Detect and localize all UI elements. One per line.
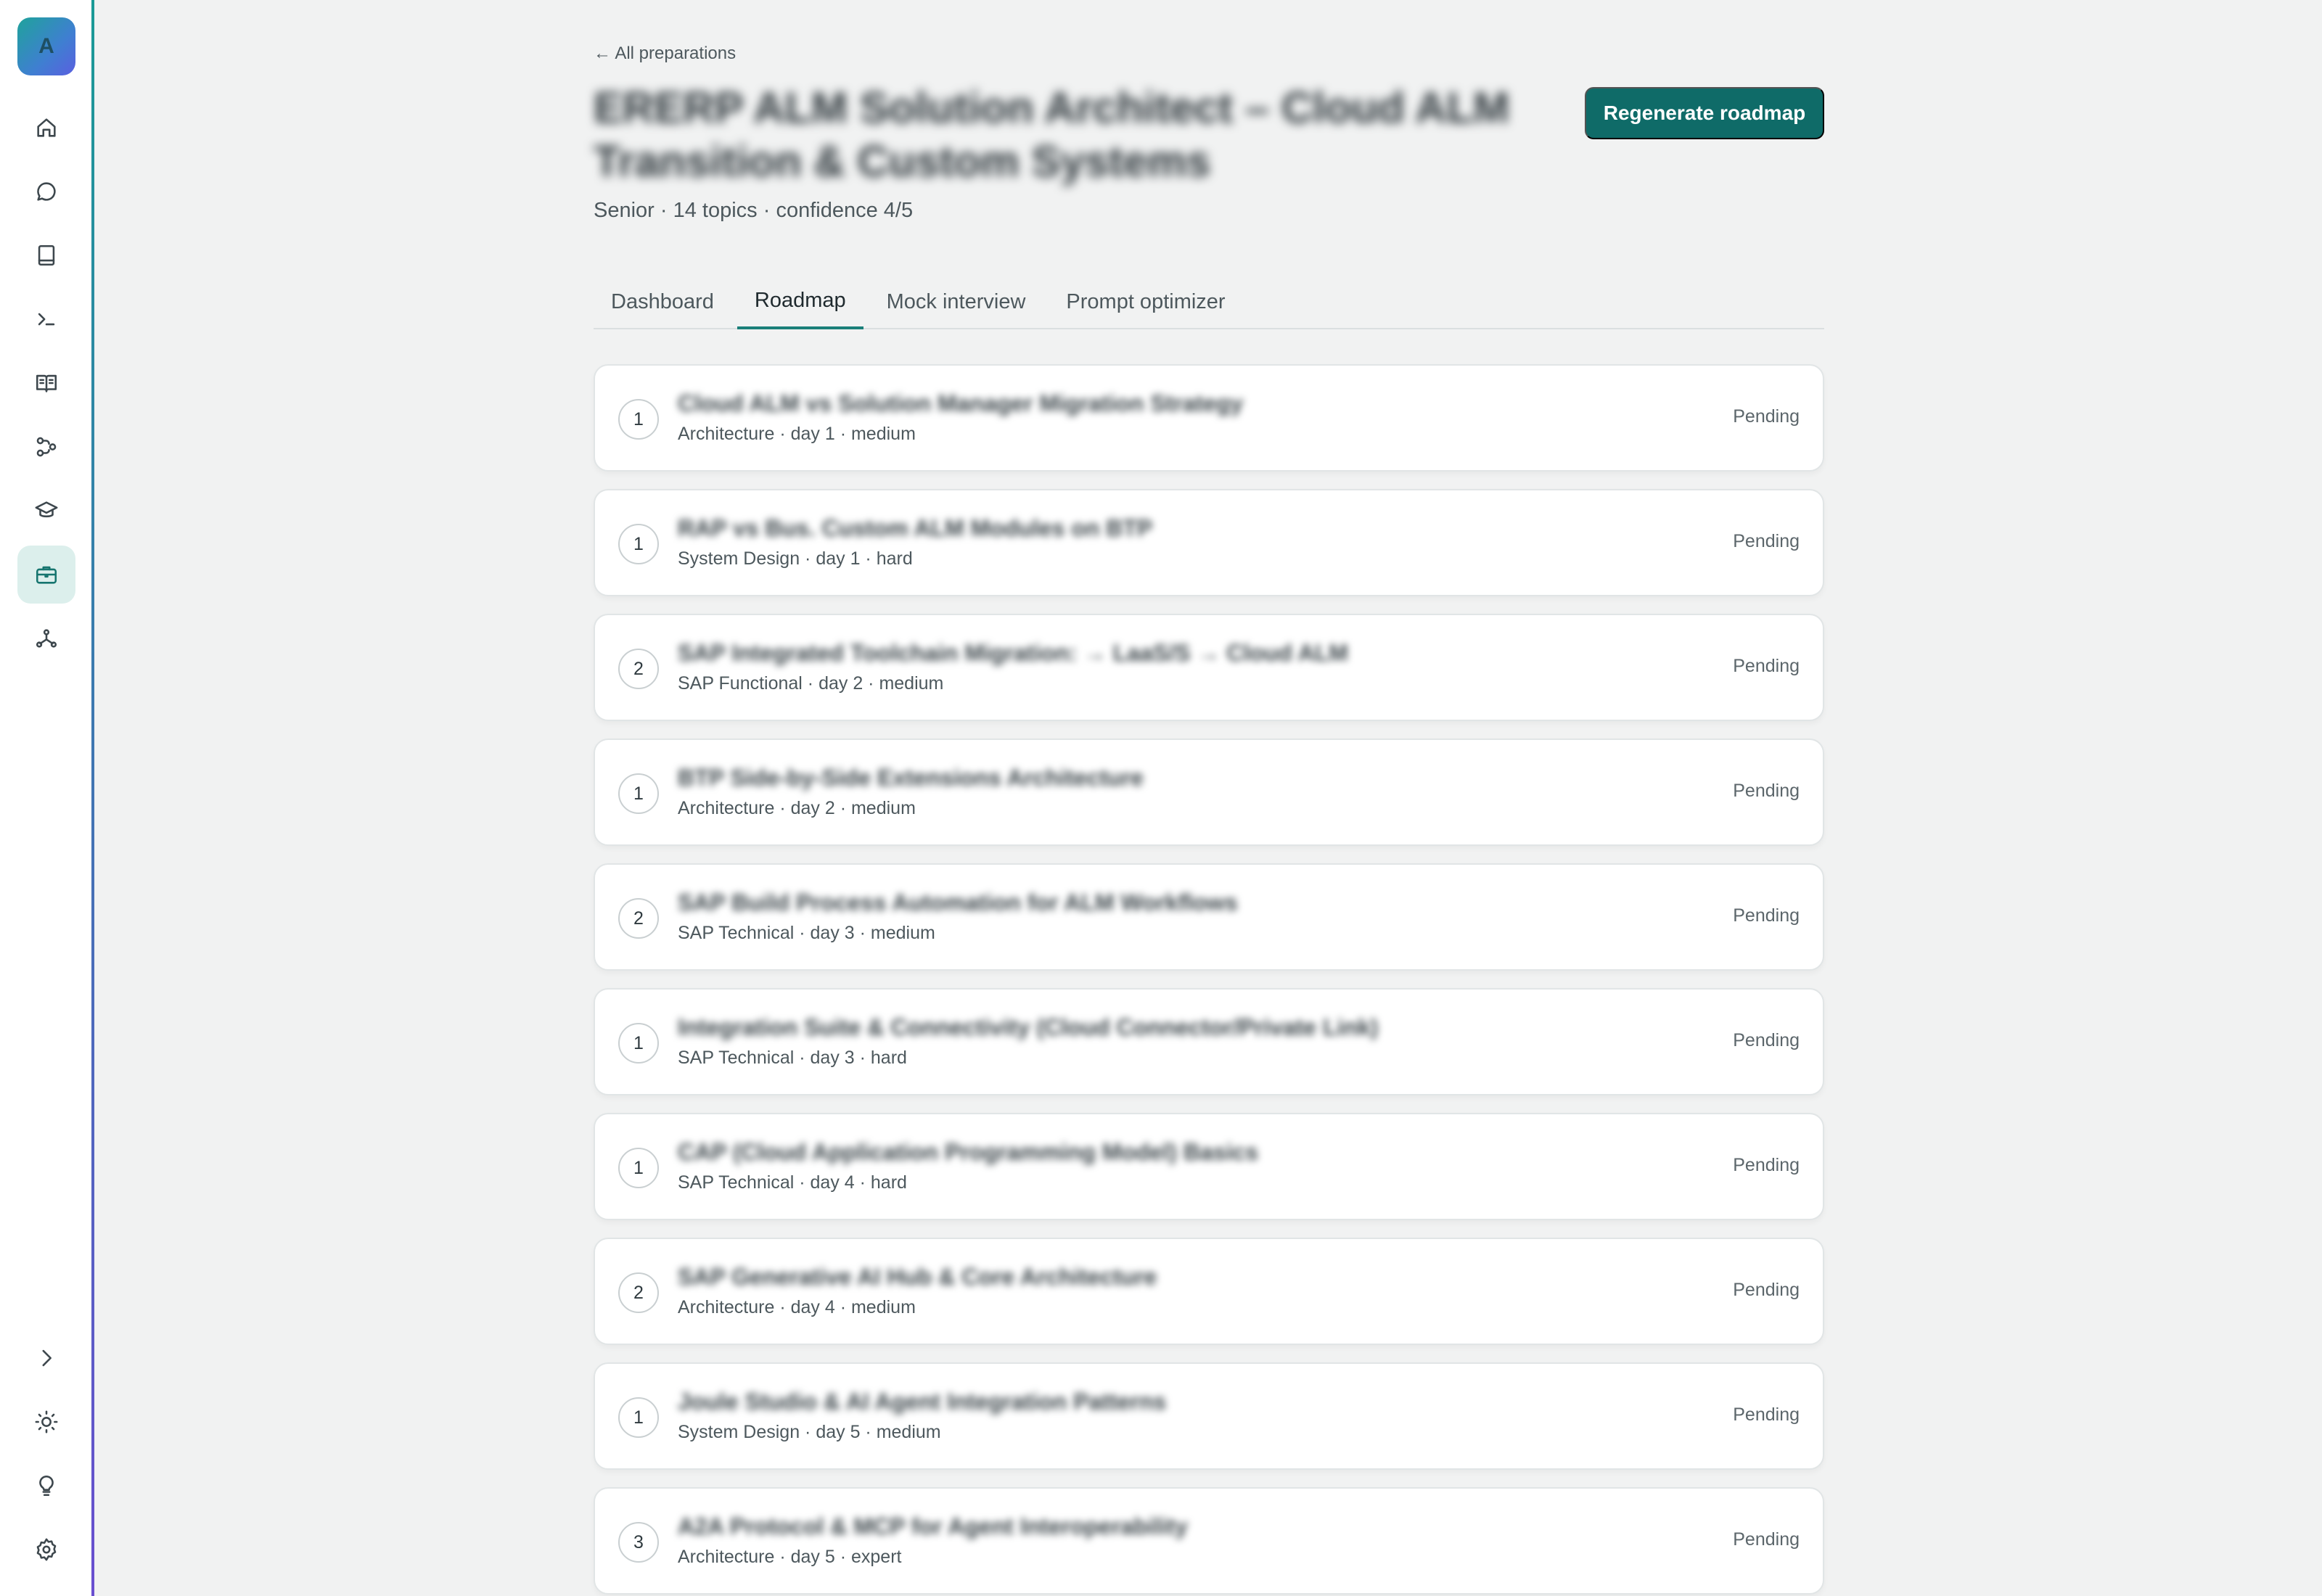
topic-title: Integration Suite & Connectivity (Cloud … (678, 1014, 1379, 1040)
roadmap-item[interactable]: 1 CAP (Cloud Application Programming Mod… (594, 1113, 1824, 1220)
home-icon (37, 118, 56, 137)
roadmap-item[interactable]: 1 BTP Side-by-Side Extensions Architectu… (594, 739, 1824, 846)
nav-notebook[interactable] (17, 226, 75, 284)
tips-button[interactable] (17, 1457, 75, 1515)
status-label: Pending (1733, 905, 1800, 926)
status-label: Pending (1733, 531, 1800, 551)
roadmap-item[interactable]: 3 A2A Protocol & MCP for Agent Interoper… (594, 1487, 1824, 1595)
page-subtitle: Senior · 14 topics · confidence 4/5 (594, 199, 914, 222)
priority-badge: 1 (618, 1023, 659, 1064)
topic-title: SAP Integrated Toolchain Migration: → La… (678, 640, 1348, 666)
sidebar-rail: A (0, 0, 94, 1596)
roadmap-item[interactable]: 2 SAP Integrated Toolchain Migration: → … (594, 614, 1824, 721)
nav-chat[interactable] (17, 163, 75, 221)
notebook-icon (38, 244, 55, 266)
status-label: Pending (1733, 1529, 1800, 1550)
roadmap-item[interactable]: 1 Integration Suite & Connectivity (Clou… (594, 988, 1824, 1095)
nav-preparations[interactable] (17, 546, 75, 604)
priority-badge: 1 (618, 773, 659, 814)
back-to-preparations-link[interactable]: ← All preparations (594, 44, 736, 64)
nav-library[interactable] (17, 354, 75, 412)
topic-meta: System Design · day 1 · hard (678, 548, 913, 569)
status-label: Pending (1733, 656, 1800, 676)
settings-button[interactable] (17, 1521, 75, 1579)
topic-title: BTP Side-by-Side Extensions Architecture (678, 765, 1144, 791)
graduation-cap-icon (35, 501, 58, 518)
status-label: Pending (1733, 1155, 1800, 1175)
status-label: Pending (1733, 1030, 1800, 1050)
roadmap-item[interactable]: 1 Joule Studio & AI Agent Integration Pa… (594, 1362, 1824, 1470)
nav-terminal[interactable] (17, 290, 75, 348)
lightbulb-icon (39, 1475, 54, 1497)
settings-icon (36, 1538, 57, 1561)
topic-meta: Architecture · day 5 · expert (678, 1547, 902, 1567)
topic-title: A2A Protocol & MCP for Agent Interoperab… (678, 1513, 1188, 1539)
priority-badge: 2 (618, 898, 659, 939)
topic-meta: Architecture · day 2 · medium (678, 798, 916, 818)
chevron-right-icon (42, 1349, 52, 1367)
topic-meta: SAP Technical · day 3 · medium (678, 923, 935, 943)
network-icon (36, 629, 57, 648)
priority-badge: 1 (618, 1148, 659, 1188)
tab-roadmap[interactable]: Roadmap (737, 274, 863, 329)
topic-meta: Architecture · day 4 · medium (678, 1297, 916, 1317)
nav-learning[interactable] (17, 482, 75, 540)
book-open-icon (36, 374, 57, 392)
priority-badge: 1 (618, 399, 659, 440)
topic-meta: SAP Technical · day 3 · hard (678, 1048, 907, 1068)
topic-meta: SAP Functional · day 2 · medium (678, 673, 944, 694)
tab-prompt-optimizer[interactable]: Prompt optimizer (1049, 274, 1242, 329)
chat-icon (37, 182, 56, 201)
roadmap-item[interactable]: 2 SAP Generative AI Hub & Core Architect… (594, 1238, 1824, 1345)
roadmap-item[interactable]: 1 Cloud ALM vs Solution Manager Migratio… (594, 364, 1824, 472)
topic-title: RAP vs Bus. Custom ALM Modules on BTP (678, 515, 1153, 541)
tab-dashboard[interactable]: Dashboard (594, 274, 731, 329)
workflow-icon (36, 437, 57, 457)
nav-home[interactable] (17, 99, 75, 157)
priority-badge: 3 (618, 1522, 659, 1563)
roadmap-item[interactable]: 2 SAP Build Process Automation for ALM W… (594, 863, 1824, 971)
sun-icon (35, 1410, 58, 1433)
avatar[interactable]: A (17, 17, 75, 75)
tab-mock-interview[interactable]: Mock interview (869, 274, 1043, 329)
priority-badge: 2 (618, 1272, 659, 1313)
topic-meta: SAP Technical · day 4 · hard (678, 1172, 907, 1193)
regenerate-roadmap-button[interactable]: Regenerate roadmap (1585, 87, 1824, 139)
topic-title: Joule Studio & AI Agent Integration Patt… (678, 1389, 1167, 1415)
nav-workflow[interactable] (17, 418, 75, 476)
priority-badge: 2 (618, 649, 659, 689)
topic-title: SAP Generative AI Hub & Core Architectur… (678, 1264, 1157, 1290)
tab-bar: Dashboard Roadmap Mock interview Prompt … (594, 274, 1824, 329)
page-title: ERERP ALM Solution Architect – Cloud ALM… (594, 83, 1510, 186)
topic-meta: Architecture · day 1 · medium (678, 424, 916, 444)
status-label: Pending (1733, 406, 1800, 427)
expand-sidebar-button[interactable] (17, 1329, 75, 1387)
roadmap-item[interactable]: 1 RAP vs Bus. Custom ALM Modules on BTP … (594, 489, 1824, 596)
topic-title: CAP (Cloud Application Programming Model… (678, 1139, 1259, 1165)
status-label: Pending (1733, 1280, 1800, 1300)
avatar-initial: A (38, 34, 54, 58)
briefcase-icon (36, 566, 57, 584)
status-label: Pending (1733, 781, 1800, 801)
topic-title: SAP Build Process Automation for ALM Wor… (678, 889, 1238, 916)
topic-meta: System Design · day 5 · medium (678, 1422, 941, 1442)
priority-badge: 1 (618, 524, 659, 564)
terminal-icon (38, 313, 55, 326)
nav-network[interactable] (17, 609, 75, 667)
priority-badge: 1 (618, 1397, 659, 1438)
status-label: Pending (1733, 1404, 1800, 1425)
theme-toggle[interactable] (17, 1393, 75, 1451)
topic-title: Cloud ALM vs Solution Manager Migration … (678, 390, 1244, 416)
